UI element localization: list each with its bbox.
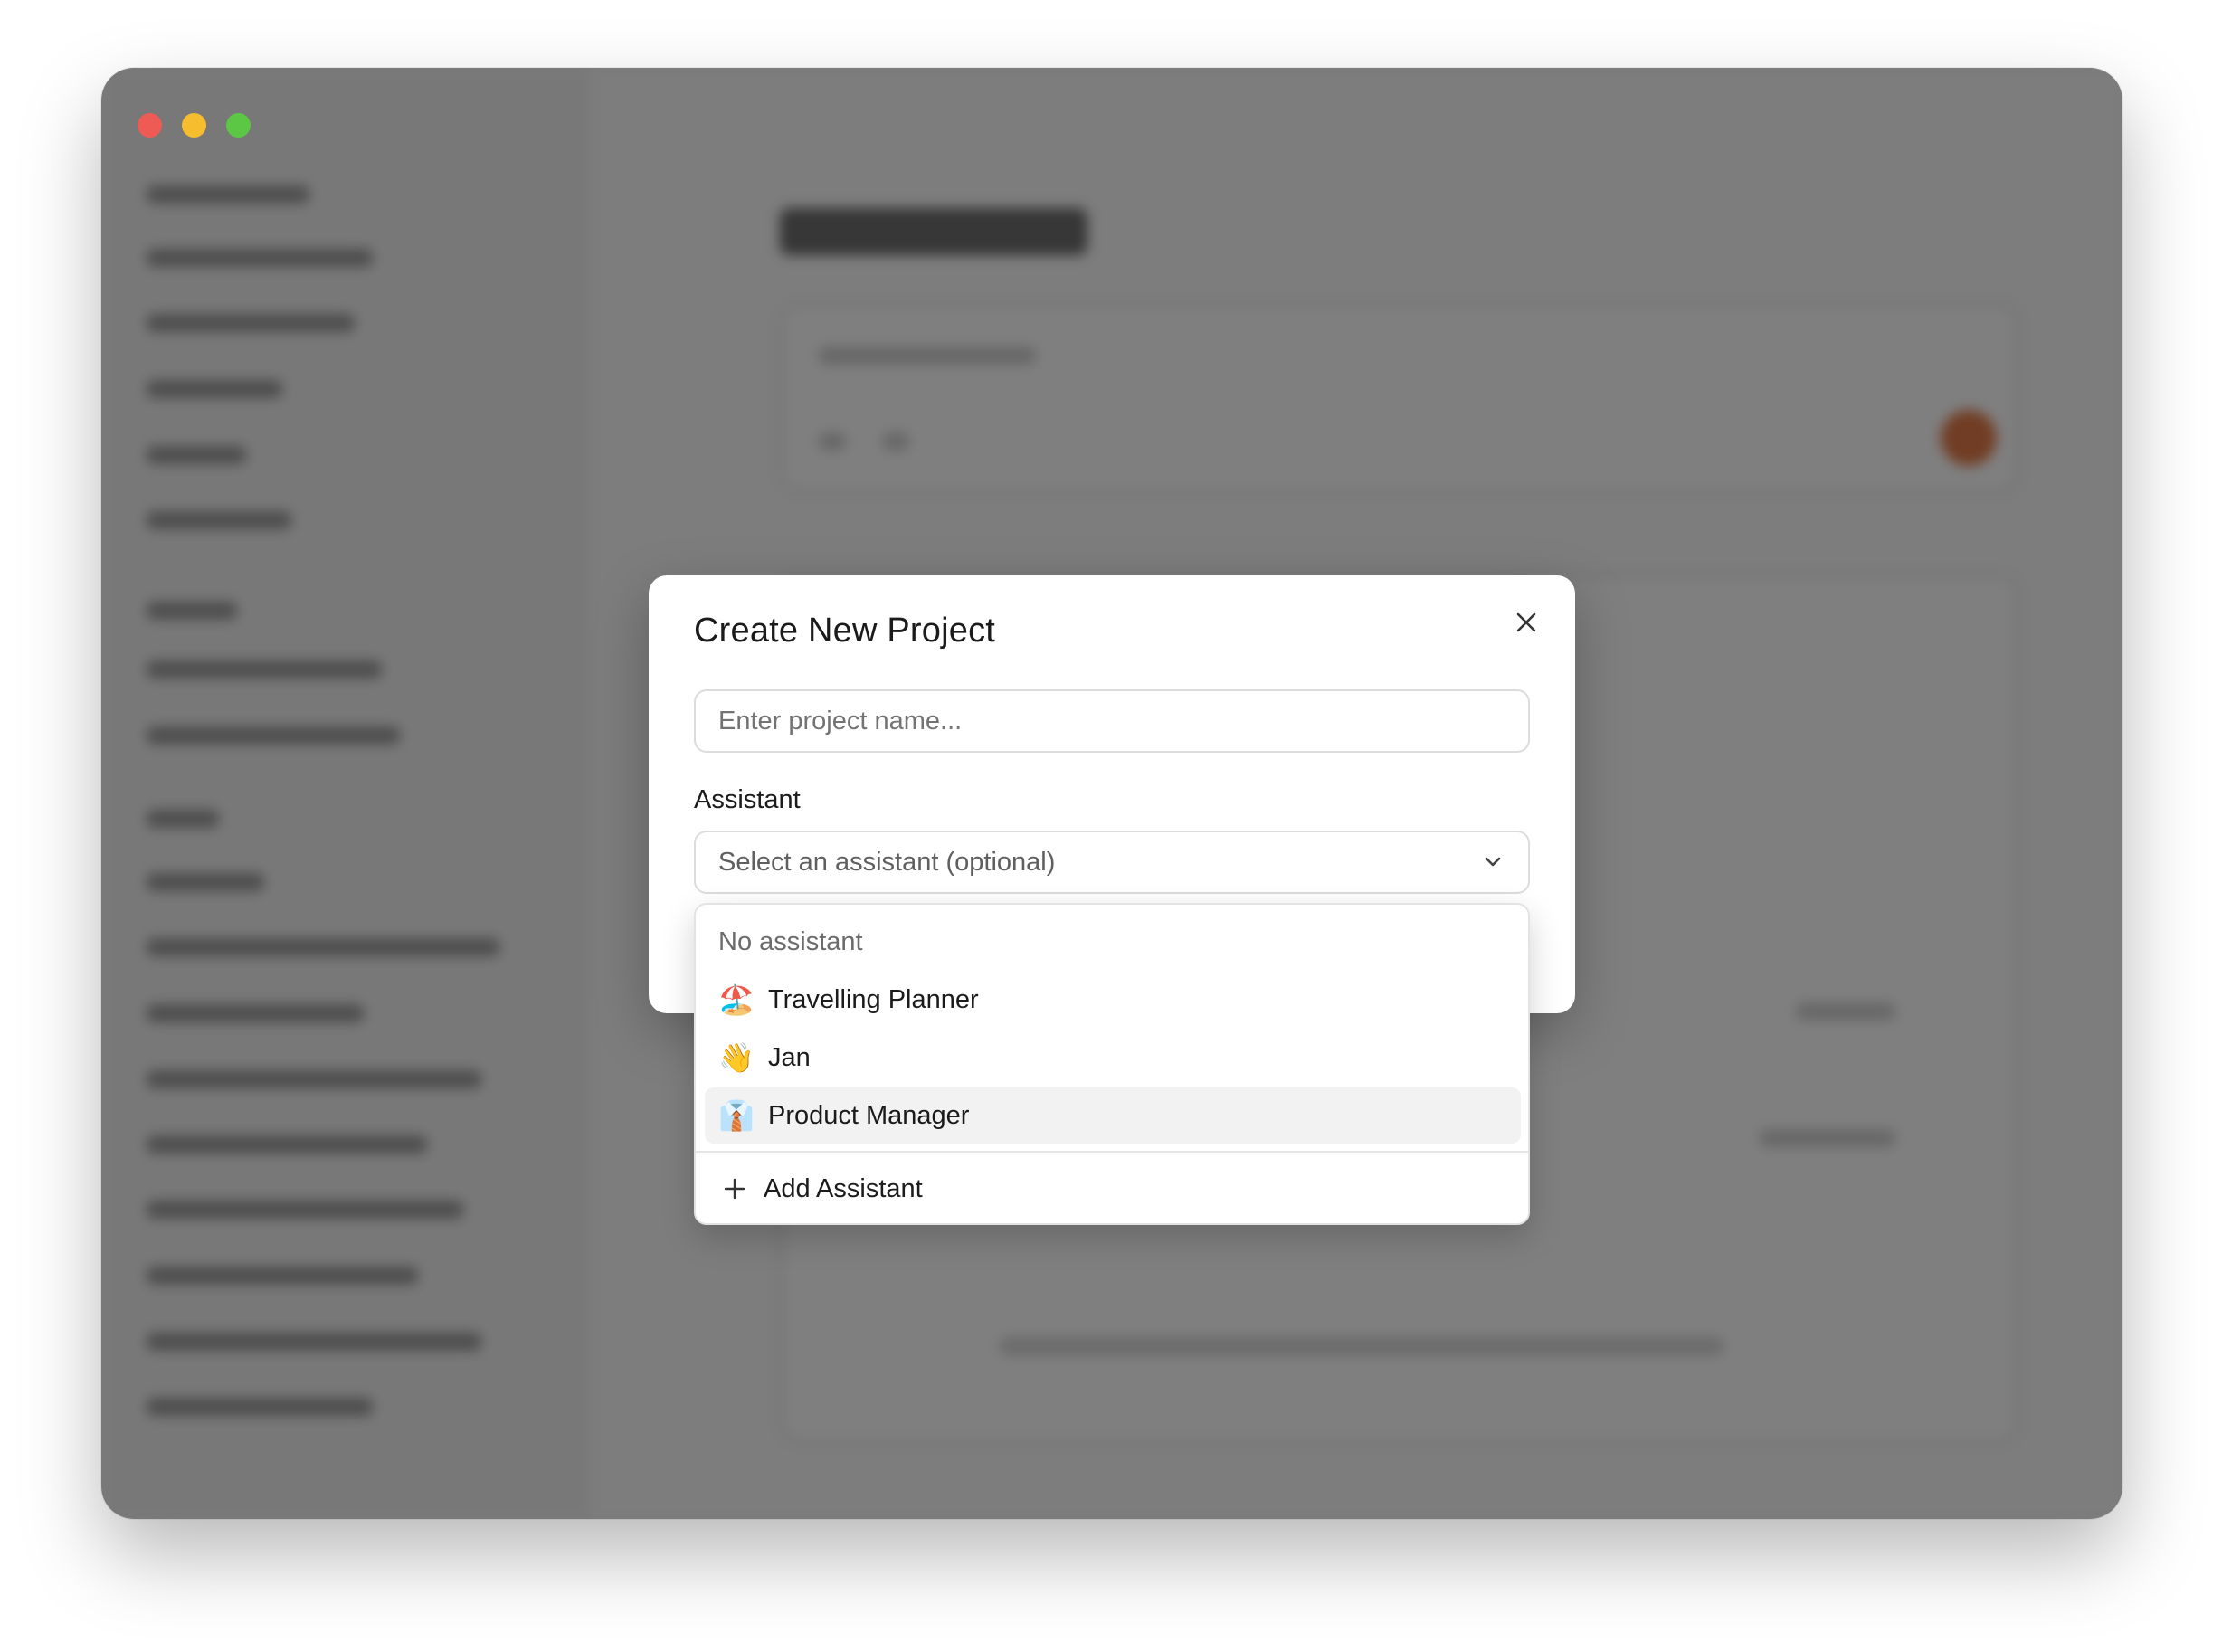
option-label: Product Manager: [768, 1100, 970, 1130]
close-window-button[interactable]: [138, 113, 162, 138]
dropdown-divider: [696, 1151, 1528, 1153]
option-label: Jan: [768, 1042, 811, 1072]
option-jan[interactable]: 👋 Jan: [705, 1030, 1521, 1086]
assistant-select[interactable]: Select an assistant (optional): [694, 831, 1530, 894]
assistant-label: Assistant: [694, 785, 801, 814]
project-name-input[interactable]: [694, 689, 1530, 753]
close-dialog-button[interactable]: [1506, 603, 1546, 642]
assistant-select-placeholder: Select an assistant (optional): [718, 847, 1056, 877]
minimize-window-button[interactable]: [182, 113, 206, 138]
option-label: No assistant: [718, 926, 863, 956]
option-travelling-planner[interactable]: 🏖️ Travelling Planner: [705, 972, 1521, 1028]
necktie-icon: 👔: [718, 1099, 755, 1132]
dialog-title: Create New Project: [694, 612, 996, 650]
option-label: Travelling Planner: [768, 984, 979, 1014]
beach-umbrella-icon: 🏖️: [718, 983, 755, 1016]
option-product-manager[interactable]: 👔 Product Manager: [705, 1087, 1521, 1144]
add-assistant-label: Add Assistant: [764, 1173, 923, 1203]
maximize-window-button[interactable]: [226, 113, 251, 138]
chevron-down-icon: [1485, 857, 1501, 867]
window-controls: [138, 113, 251, 138]
add-assistant-button[interactable]: Add Assistant: [705, 1160, 1521, 1218]
assistant-dropdown: No assistant 🏖️ Travelling Planner 👋 Jan…: [694, 903, 1530, 1225]
waving-hand-icon: 👋: [718, 1041, 755, 1074]
close-icon: [1516, 612, 1536, 632]
option-no-assistant[interactable]: No assistant: [705, 914, 1521, 970]
plus-icon: [718, 1173, 751, 1205]
